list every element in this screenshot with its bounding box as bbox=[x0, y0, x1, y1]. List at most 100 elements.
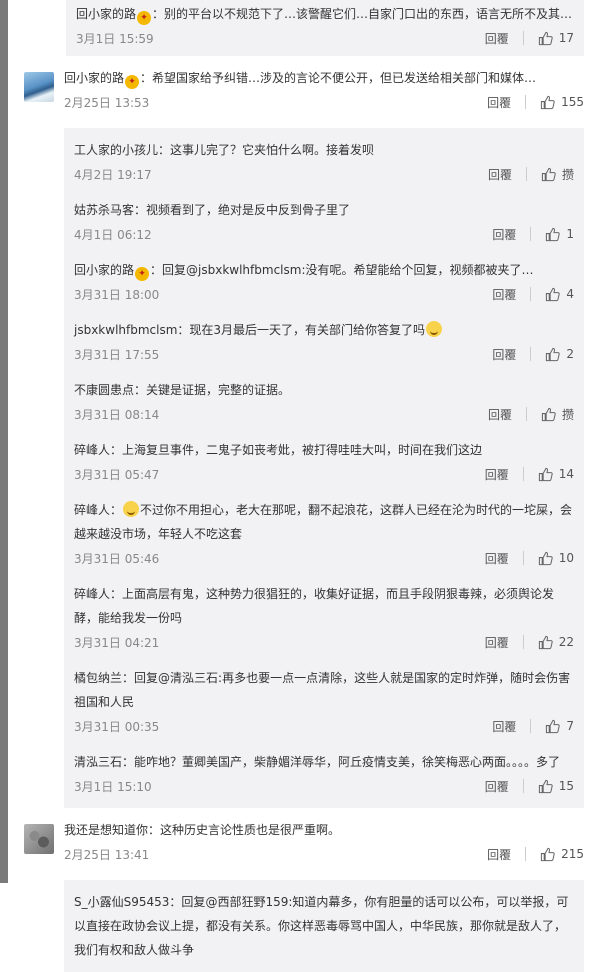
reply-text: :没有呢。希望能给个回复，视频都被夹了… bbox=[301, 263, 534, 277]
reply-username[interactable]: 橘包纳兰 bbox=[74, 671, 122, 685]
reply-date: 3月31日 05:47 bbox=[74, 467, 160, 482]
like-button[interactable]: 攒 bbox=[541, 166, 574, 183]
like-count: 2 bbox=[566, 347, 574, 361]
like-button[interactable]: 215 bbox=[540, 847, 584, 862]
reply-button[interactable]: 回覆 bbox=[488, 406, 512, 423]
reply-username[interactable]: jsbxkwlhfbmclsm bbox=[74, 323, 177, 337]
vip-badge-icon: ✦ bbox=[135, 267, 150, 281]
reply-date: 3月31日 00:35 bbox=[74, 719, 160, 734]
reply-text: ：现在3月最后一天了，有关部门给你答复了吗 bbox=[177, 323, 426, 337]
reply-username[interactable]: 碎峰人 bbox=[74, 503, 110, 517]
reply-button[interactable]: 回覆 bbox=[488, 166, 512, 183]
reply-username[interactable]: 清泓三石 bbox=[74, 755, 122, 769]
comment-text: ：这种历史言论性质也是很严重啊。 bbox=[148, 823, 341, 837]
reply-item: 清泓三石：能咋地？董卿美国产，柴静媚洋辱华，阿丘疫情支美，徐笑梅恶心两面。。。。… bbox=[64, 744, 584, 804]
divider bbox=[522, 551, 524, 565]
divider bbox=[525, 407, 527, 421]
reply-item: 橘包纳兰：回复@清泓三石:再多也要一点一点清除，这些人就是国家的定时炸弹，随时会… bbox=[64, 660, 584, 744]
like-button[interactable]: 10 bbox=[538, 551, 574, 566]
reply-button[interactable]: 回覆 bbox=[485, 30, 509, 47]
thumbs-up-icon bbox=[540, 847, 555, 861]
like-button[interactable]: 22 bbox=[538, 635, 574, 650]
comment-username[interactable]: 我还是想知道你 bbox=[64, 823, 148, 837]
like-count: 4 bbox=[566, 287, 574, 301]
reply-item: 回小家的路 ✦ ：别的平台以不规范下了…该警醒它们…自家门口出的东西，语言无所不及其… bbox=[66, 0, 584, 56]
mention-link[interactable]: @jsbxkwlhfbmclsm bbox=[186, 263, 301, 277]
like-button[interactable]: 4 bbox=[545, 287, 574, 302]
reply-button[interactable]: 回覆 bbox=[485, 778, 509, 795]
comment-text: ：希望国家给予纠错…涉及的言论不便公开，但已发送给相关部门和媒体… bbox=[140, 71, 537, 85]
reply-button[interactable]: 回覆 bbox=[487, 846, 511, 863]
reply-username[interactable]: 碎峰人 bbox=[74, 443, 110, 457]
reply-text: 不过你不用担心，老大在那呢，翻不起浪花，这群人已经在沦为时代的一坨屎，会越来越没… bbox=[74, 503, 573, 541]
like-count: 攒 bbox=[561, 167, 574, 182]
like-button[interactable]: 17 bbox=[538, 31, 574, 46]
like-button[interactable]: 2 bbox=[545, 347, 574, 362]
blurred-avatar[interactable] bbox=[24, 824, 54, 854]
reply-username[interactable]: 碎峰人 bbox=[74, 587, 110, 601]
reply-item: S_小露仙S95453：回复@西部狂野159:知道内幕多，你有胆量的话可以公布，… bbox=[64, 884, 584, 968]
thumbs-up-icon bbox=[538, 31, 553, 45]
like-button[interactable]: 14 bbox=[538, 467, 574, 482]
thumbs-up-icon bbox=[541, 167, 556, 181]
like-button[interactable]: 155 bbox=[540, 95, 584, 110]
reply-button[interactable]: 回覆 bbox=[492, 226, 516, 243]
mention-link[interactable]: @西部狂野159 bbox=[205, 895, 288, 909]
divider bbox=[525, 95, 527, 109]
reply-username[interactable]: 姑苏杀马客 bbox=[74, 203, 134, 217]
reply-prefix: ：回复 bbox=[150, 263, 187, 277]
like-button[interactable]: 攒 bbox=[541, 406, 574, 423]
reply-item: 不康圆患点：关键是证据，完整的证据。 3月31日 08:14 回覆 攒 bbox=[64, 372, 584, 432]
like-count: 7 bbox=[566, 719, 574, 733]
reply-username[interactable]: 不康圆患点 bbox=[74, 383, 134, 397]
reply-date: 4月1日 06:12 bbox=[74, 227, 152, 242]
reply-date: 3月31日 18:00 bbox=[74, 287, 160, 302]
divider bbox=[522, 779, 524, 793]
divider bbox=[530, 347, 532, 361]
mention-link[interactable]: @清泓三石 bbox=[158, 671, 218, 685]
comment-thread: 回小家的路 ✦ ：别的平台以不规范下了…该警醒它们…自家门口出的东西，语言无所不及其… bbox=[8, 0, 604, 972]
divider bbox=[525, 847, 527, 861]
divider bbox=[522, 467, 524, 481]
like-count: 215 bbox=[561, 847, 584, 861]
reply-button[interactable]: 回覆 bbox=[485, 550, 509, 567]
reply-prefix: ：回复 bbox=[122, 671, 159, 685]
mountain-landscape-avatar[interactable] bbox=[24, 72, 54, 102]
like-button[interactable]: 1 bbox=[545, 227, 574, 242]
reply-username[interactable]: 回小家的路 bbox=[76, 7, 136, 21]
reply-text: ：能咋地？董卿美国产，柴静媚洋辱华，阿丘疫情支美，徐笑梅恶心两面。。。。多了 bbox=[122, 755, 561, 769]
thumbs-up-icon bbox=[538, 635, 553, 649]
reply-username[interactable]: S_小露仙S95453 bbox=[74, 895, 169, 909]
reply-button[interactable]: 回覆 bbox=[492, 286, 516, 303]
reply-button[interactable]: 回覆 bbox=[485, 466, 509, 483]
thumbs-up-icon bbox=[546, 227, 561, 241]
thumbs-up-icon bbox=[538, 551, 553, 565]
reply-item: 姑苏杀马客：视频看到了，绝对是反中反到骨子里了 4月1日 06:12 回覆 1 bbox=[64, 192, 584, 252]
comment-item: 我还是想知道你：这种历史言论性质也是很严重啊。 2月25日 13:41 回覆 2… bbox=[8, 808, 604, 880]
reply-button[interactable]: 回覆 bbox=[485, 634, 509, 651]
like-button[interactable]: 7 bbox=[545, 719, 574, 734]
confused-face-emoji bbox=[426, 321, 443, 337]
reply-text: ：上海复旦事件，二鬼子如丧考妣，被打得哇哇大叫，时间在我们这边 bbox=[110, 443, 483, 457]
reply-item: 工人家的小孩儿：这事儿完了？它夹怕什么啊。接着发呗 4月2日 19:17 回覆 … bbox=[64, 132, 584, 192]
like-button[interactable]: 15 bbox=[538, 779, 574, 794]
reply-item: 碎峰人：上面高层有鬼，这种势力很猖狂的，收集好证据，而且手段阴狠毒辣，必须舆论发… bbox=[64, 576, 584, 660]
reply-item: 碎峰人： 不过你不用担心，老大在那呢，翻不起浪花，这群人已经在沦为时代的一坨屎，会… bbox=[64, 492, 584, 576]
reply-username[interactable]: 回小家的路 bbox=[74, 263, 134, 277]
grinning-face-emoji bbox=[123, 501, 140, 517]
reply-text: ：这事儿完了？它夹怕什么啊。接着发呗 bbox=[158, 143, 375, 157]
reply-button[interactable]: 回覆 bbox=[487, 94, 511, 111]
like-count: 1 bbox=[566, 227, 574, 241]
comment-username[interactable]: 回小家的路 bbox=[64, 71, 124, 85]
reply-button[interactable]: 回覆 bbox=[492, 346, 516, 363]
like-count: 10 bbox=[558, 551, 574, 565]
reply-prefix: ： bbox=[110, 503, 123, 517]
reply-text: ：关键是证据，完整的证据。 bbox=[134, 383, 291, 397]
reply-date: 3月31日 17:55 bbox=[74, 347, 160, 362]
like-count: 17 bbox=[558, 31, 574, 45]
reply-prefix: ：回复 bbox=[169, 895, 206, 909]
comment-item: 回小家的路 ✦ ：希望国家给予纠错…涉及的言论不便公开，但已发送给相关部门和媒体… … bbox=[8, 56, 604, 128]
reply-button[interactable]: 回覆 bbox=[492, 718, 516, 735]
vip-badge-icon: ✦ bbox=[125, 75, 140, 89]
reply-username[interactable]: 工人家的小孩儿 bbox=[74, 143, 158, 157]
